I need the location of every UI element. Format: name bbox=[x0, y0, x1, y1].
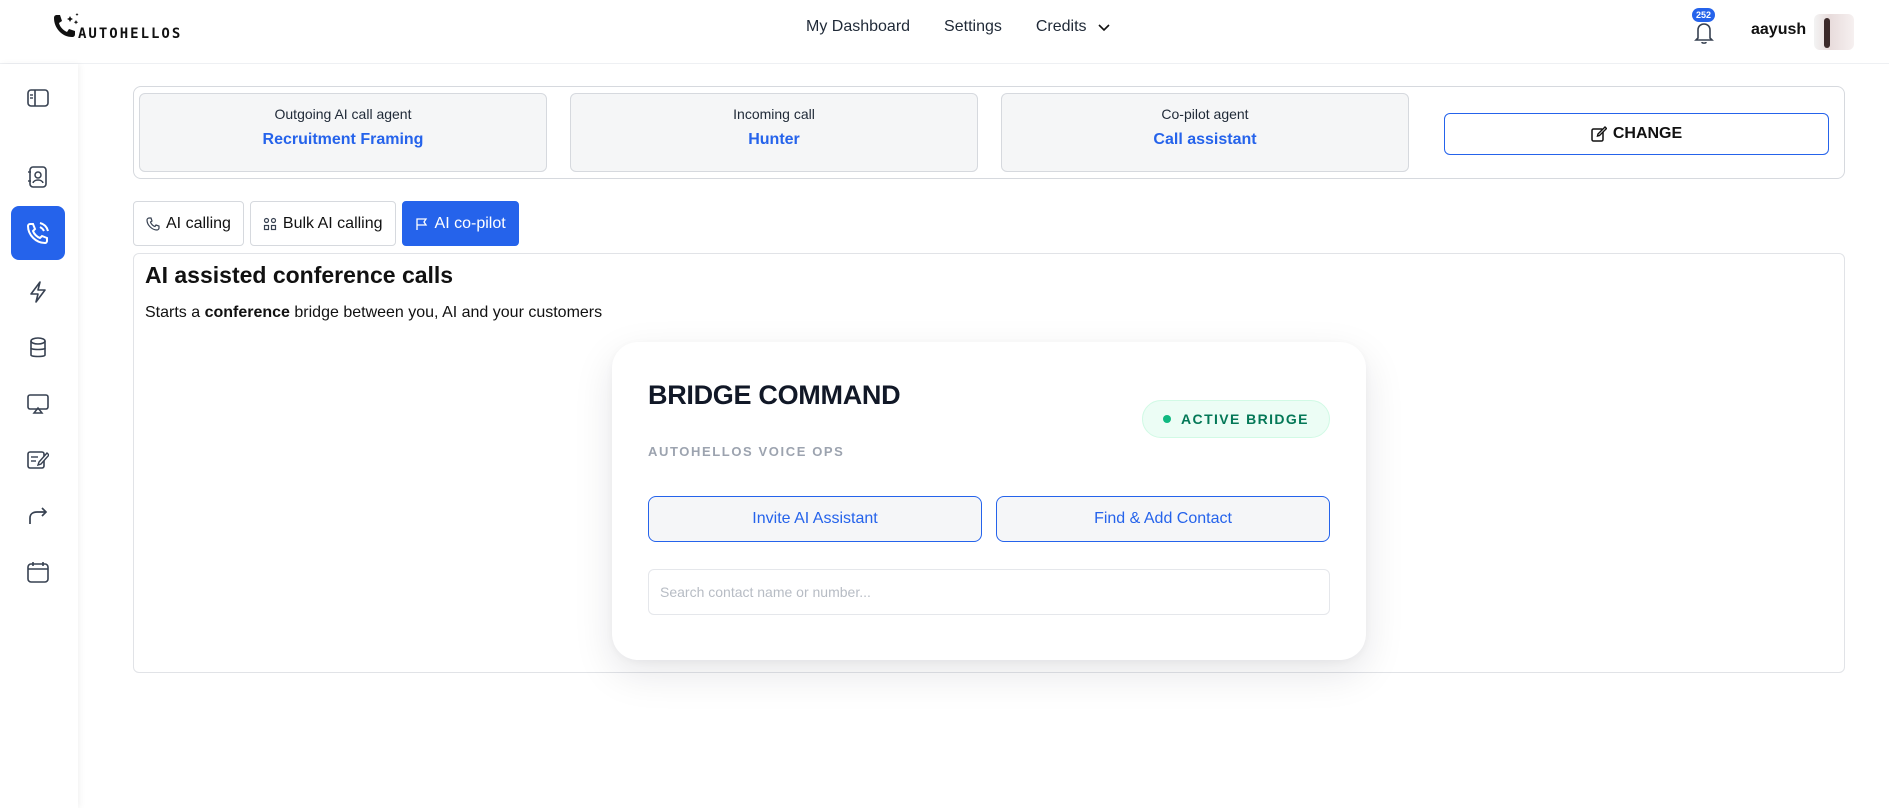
flag-icon bbox=[415, 217, 427, 230]
status-dot-icon bbox=[1163, 415, 1172, 423]
nav-label: My Dashboard bbox=[806, 18, 911, 35]
logo-text: AUTOHELLOS bbox=[78, 26, 183, 42]
database-icon[interactable] bbox=[26, 336, 50, 360]
panel-description: Starts a conference bridge between you, … bbox=[145, 304, 602, 322]
agent-label: Incoming call bbox=[733, 106, 815, 122]
forward-icon[interactable] bbox=[26, 504, 50, 528]
agent-summary: Outgoing AI call agent Recruitment Frami… bbox=[133, 86, 1845, 179]
tab-ai-calling[interactable]: AI calling bbox=[133, 201, 244, 246]
calendar-icon[interactable] bbox=[26, 560, 50, 584]
agent-value: Call assistant bbox=[1153, 131, 1257, 148]
agent-value: Hunter bbox=[748, 131, 800, 148]
edit-icon bbox=[1591, 126, 1607, 142]
top-bar: AUTOHELLOS My Dashboard Settings Credits… bbox=[0, 0, 1889, 64]
agent-card-outgoing: Outgoing AI call agent Recruitment Frami… bbox=[139, 93, 547, 172]
desc-bold-text: conference bbox=[204, 304, 290, 321]
phone-call-icon bbox=[26, 222, 49, 245]
mode-tabs: AI calling Bulk AI calling AI co-pilot bbox=[133, 201, 519, 246]
nav-credits[interactable]: Credits bbox=[1036, 18, 1111, 36]
bridge-subtitle: AUTOHELLOS VOICE OPS bbox=[648, 444, 845, 459]
chevron-down-icon bbox=[1097, 24, 1110, 32]
agent-label: Co-pilot agent bbox=[1161, 106, 1249, 122]
desc-text: bridge between you, AI and your customer… bbox=[289, 304, 603, 321]
panel-title: AI assisted conference calls bbox=[145, 262, 454, 288]
contacts-icon[interactable] bbox=[26, 165, 50, 189]
username[interactable]: aayush bbox=[1751, 21, 1806, 39]
sidebar-item-calls[interactable] bbox=[11, 206, 65, 260]
contact-search-input[interactable] bbox=[648, 569, 1330, 615]
sidebar bbox=[0, 64, 78, 808]
tab-label: AI calling bbox=[166, 214, 231, 232]
change-agents-button[interactable]: CHANGE bbox=[1444, 113, 1829, 155]
tab-ai-co-pilot[interactable]: AI co-pilot bbox=[401, 201, 519, 246]
nav-my-dashboard[interactable]: My Dashboard bbox=[806, 18, 910, 36]
invite-ai-assistant-button[interactable]: Invite AI Assistant bbox=[648, 496, 982, 542]
find-add-contact-button[interactable]: Find & Add Contact bbox=[996, 496, 1330, 542]
change-label: CHANGE bbox=[1612, 125, 1683, 142]
sidebar-toggle-icon[interactable] bbox=[26, 86, 50, 110]
status-badge: ACTIVE BRIDGE bbox=[1142, 400, 1330, 438]
phone-icon bbox=[146, 216, 160, 231]
bridge-title: BRIDGE COMMAND bbox=[648, 380, 901, 410]
notification-badge: 252 bbox=[1692, 8, 1716, 22]
screen-share-icon[interactable] bbox=[26, 392, 50, 416]
main-nav: My Dashboard Settings Credits bbox=[806, 18, 1111, 36]
desc-text: Starts a bbox=[145, 304, 205, 321]
edit-notes-icon[interactable] bbox=[26, 448, 50, 472]
tab-bulk-ai-calling[interactable]: Bulk AI calling bbox=[249, 201, 396, 246]
grid-icon bbox=[263, 217, 277, 230]
bridge-command-card: BRIDGE COMMAND AUTOHELLOS VOICE OPS ACTI… bbox=[612, 342, 1366, 660]
agent-card-copilot: Co-pilot agent Call assistant bbox=[1001, 93, 1409, 172]
tab-label: AI co-pilot bbox=[434, 214, 506, 232]
avatar[interactable] bbox=[1814, 14, 1854, 50]
agent-value: Recruitment Framing bbox=[262, 131, 424, 148]
agent-label: Outgoing AI call agent bbox=[274, 106, 412, 122]
tab-label: Bulk AI calling bbox=[282, 214, 383, 232]
status-label: ACTIVE BRIDGE bbox=[1181, 411, 1309, 427]
nav-label: Settings bbox=[944, 18, 1002, 35]
agent-card-incoming: Incoming call Hunter bbox=[570, 93, 978, 172]
lightning-icon[interactable] bbox=[26, 280, 50, 304]
logo[interactable]: AUTOHELLOS bbox=[50, 12, 182, 44]
nav-label: Credits bbox=[1035, 18, 1087, 35]
nav-settings[interactable]: Settings bbox=[944, 18, 1002, 36]
